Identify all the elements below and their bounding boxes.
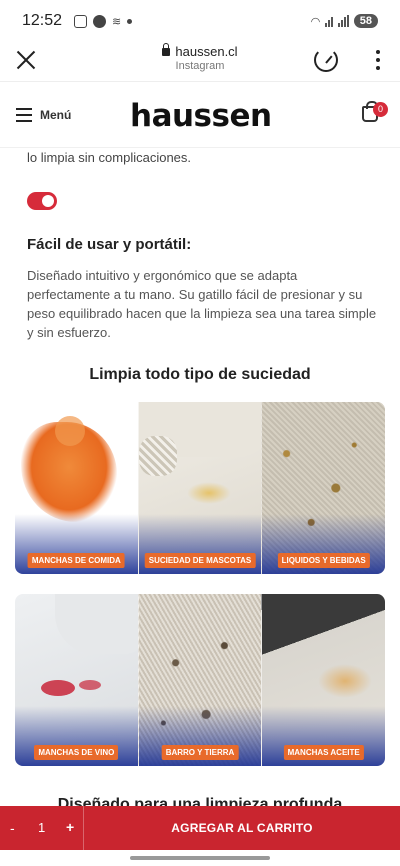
sticky-add-to-cart-bar: - 1 + AGREGAR AL CARRITO — [0, 806, 400, 850]
oil-stain-image: MANCHAS ACEITE — [261, 594, 385, 766]
intro-text: lo limpia sin complicaciones. — [27, 150, 192, 165]
cart-count-badge: 0 — [373, 102, 388, 117]
tile-label: BARRO Y TIERRA — [161, 745, 239, 760]
hamburger-menu-icon[interactable] — [16, 108, 32, 126]
signal-icon — [324, 15, 333, 27]
site-logo[interactable]: haussen — [130, 98, 272, 134]
feature-toggle-icon — [27, 192, 57, 210]
add-to-cart-button[interactable]: AGREGAR AL CARRITO — [84, 806, 400, 850]
battery-indicator: 58 — [353, 14, 378, 28]
more-options-icon[interactable] — [376, 50, 380, 70]
feature-title: Fácil de usar y portátil: — [27, 236, 192, 253]
signal-app-icon: ≋ — [112, 15, 122, 28]
stain-types-image-row-2: MANCHAS DE VINO BARRO Y TIERRA MANCHAS A… — [15, 594, 385, 766]
tile-label: MANCHAS ACEITE — [283, 745, 364, 760]
in-app-browser-bar: haussen.cl Instagram — [0, 42, 400, 82]
mud-stain-image: BARRO Y TIERRA — [137, 594, 262, 766]
url-domain: haussen.cl — [175, 44, 238, 59]
pet-stain-image: SUCIEDAD DE MASCOTAS — [137, 402, 262, 574]
wine-stain-image: MANCHAS DE VINO — [15, 594, 138, 766]
signal-icon-2 — [337, 15, 349, 27]
stain-types-image-row-1: MANCHAS DE COMIDA SUCIEDAD DE MASCOTAS L… — [15, 402, 385, 574]
feature-body: Diseñado intuitivo y ergonómico que se a… — [27, 268, 377, 340]
food-stain-image: MANCHAS DE COMIDA — [15, 402, 138, 574]
quantity-value[interactable]: 1 — [38, 820, 45, 835]
facebook-icon — [93, 14, 107, 28]
wifi-icon: ◠ — [311, 15, 320, 28]
increase-quantity-button[interactable]: + — [66, 819, 74, 835]
decrease-quantity-button[interactable]: - — [10, 820, 15, 836]
url-block: haussen.cl Instagram — [0, 43, 400, 72]
status-notification-icons: ≋ — [74, 14, 133, 28]
tile-label: SUCIEDAD DE MASCOTAS — [144, 553, 256, 568]
lock-icon — [162, 43, 171, 56]
section-title: Limpia todo tipo de suciedad — [89, 366, 311, 383]
tile-label: MANCHAS DE COMIDA — [27, 553, 125, 568]
url-source: Instagram — [175, 60, 225, 72]
status-right: ◠ 58 — [311, 14, 378, 28]
tile-label: LIQUIDOS Y BEBIDAS — [277, 553, 370, 568]
url-text: haussen.cl — [0, 43, 400, 59]
liquid-stain-image: LIQUIDOS Y BEBIDAS — [261, 402, 385, 574]
menu-label[interactable]: Menú — [40, 108, 71, 122]
more-notifications-icon — [127, 18, 133, 24]
speedometer-icon[interactable] — [314, 48, 338, 72]
gesture-nav-handle[interactable] — [130, 856, 270, 860]
status-bar: 12:52 ≋ ◠ 58 — [0, 0, 400, 42]
tile-label: MANCHAS DE VINO — [34, 745, 119, 760]
status-time: 12:52 — [22, 12, 63, 29]
screenshot-icon — [74, 14, 88, 28]
site-header: Menú haussen 0 — [0, 82, 400, 148]
quantity-stepper: - 1 + — [0, 806, 84, 850]
